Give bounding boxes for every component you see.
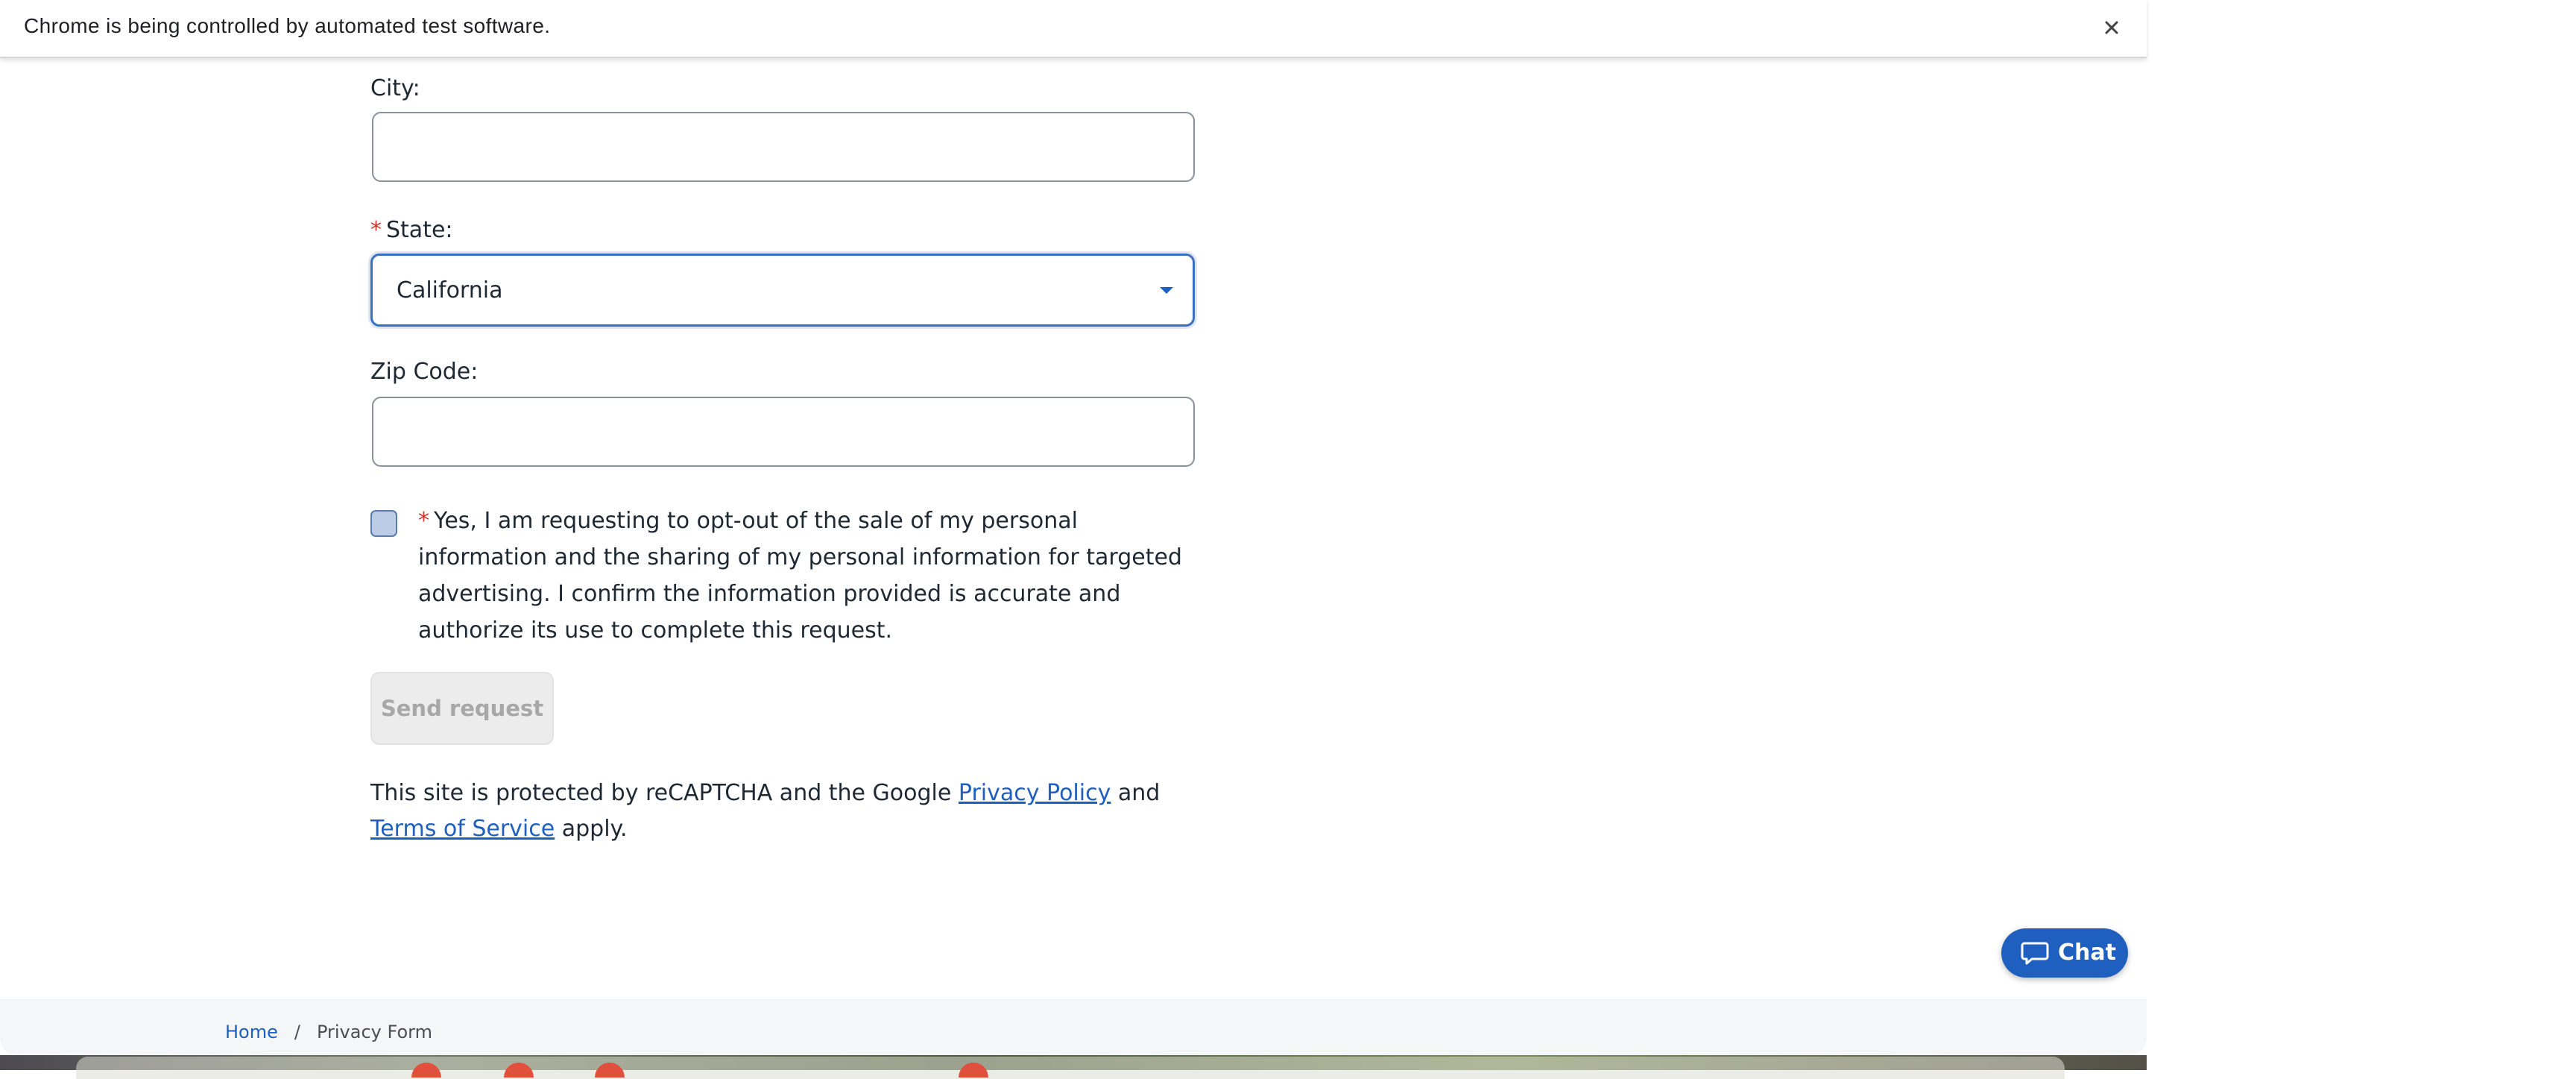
automation-infobar: Chrome is being controlled by automated … <box>0 0 2147 58</box>
city-input[interactable] <box>372 112 1195 182</box>
dock <box>76 1057 2065 1079</box>
opt-out-consent-checkbox[interactable] <box>370 510 397 537</box>
desktop-empty-area <box>2147 0 2576 1070</box>
chat-label: Chat <box>2058 940 2116 966</box>
required-marker: * <box>370 217 382 243</box>
caret-down-icon <box>1160 287 1173 294</box>
zip-code-input[interactable] <box>372 397 1195 467</box>
chat-button[interactable]: Chat <box>2001 928 2128 978</box>
breadcrumb-separator: / <box>294 1022 300 1042</box>
chat-bubble-icon <box>2021 940 2049 966</box>
city-label: City: <box>370 75 420 101</box>
zip-code-label: Zip Code: <box>370 359 479 385</box>
terms-of-service-link[interactable]: Terms of Service <box>370 816 555 842</box>
close-icon[interactable] <box>2096 12 2127 43</box>
infobar-message: Chrome is being controlled by automated … <box>24 14 551 37</box>
breadcrumb: Home / Privacy Form <box>225 1021 432 1043</box>
state-select[interactable]: California <box>370 254 1195 327</box>
privacy-policy-link[interactable]: Privacy Policy <box>959 780 1111 806</box>
breadcrumb-home-link[interactable]: Home <box>225 1022 278 1042</box>
opt-out-consent-label: * Yes, I am requesting to opt-out of the … <box>418 508 1182 644</box>
send-request-button[interactable]: Send request <box>370 672 554 745</box>
breadcrumb-current: Privacy Form <box>316 1022 432 1042</box>
recaptcha-notice: This site is protected by reCAPTCHA and … <box>370 780 1161 842</box>
required-marker: * <box>418 508 429 534</box>
state-label: * State: <box>370 217 453 243</box>
footer-breadcrumb-bar: Home / Privacy Form <box>0 999 2147 1055</box>
browser-viewport: City: * State: California Zip Code: * Yes,… <box>0 58 2147 1055</box>
state-selected-value: California <box>397 277 503 303</box>
privacy-request-form: City: * State: California Zip Code: * Yes,… <box>0 58 2147 998</box>
